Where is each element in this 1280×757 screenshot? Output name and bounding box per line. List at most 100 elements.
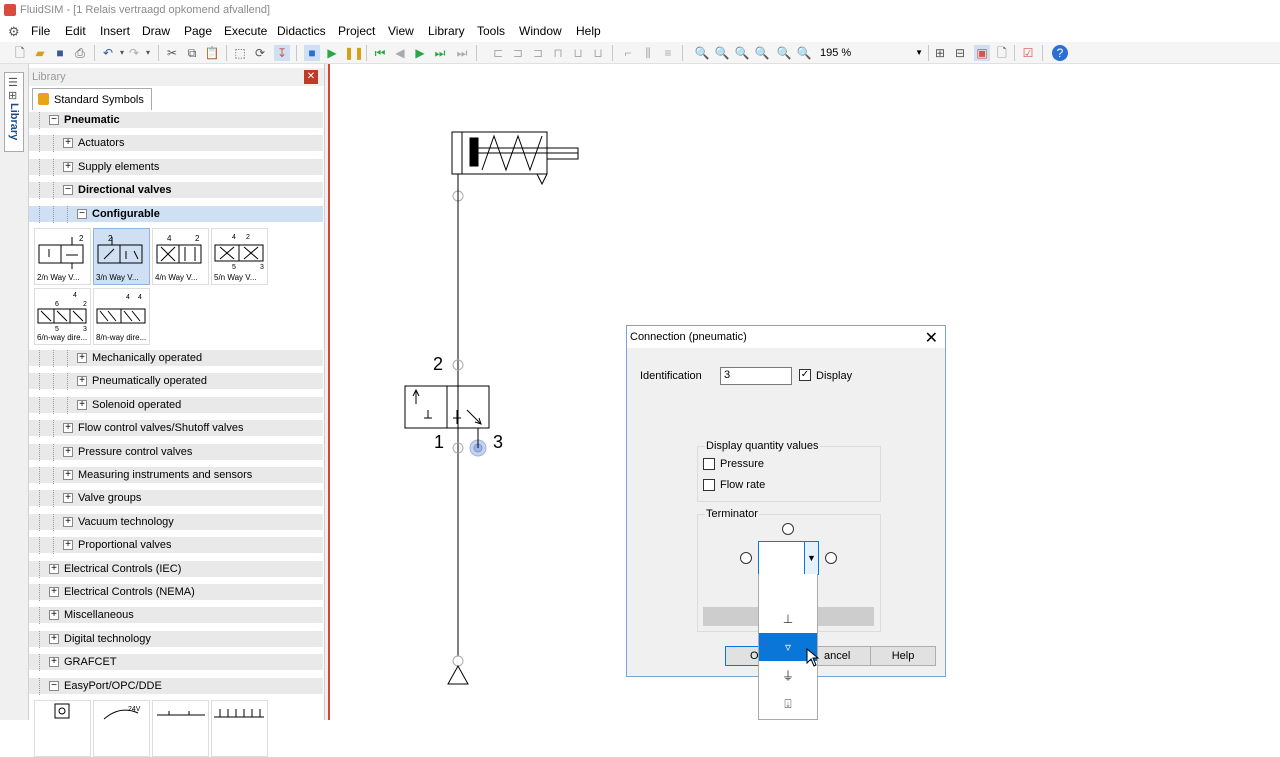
menu-tools[interactable]: Tools xyxy=(477,24,505,38)
expand-icon[interactable]: + xyxy=(63,161,73,172)
valve-3-2-symbol[interactable] xyxy=(404,385,490,429)
tree-item[interactable]: + Digital technology xyxy=(29,630,323,648)
tree-item[interactable]: − Pneumatic xyxy=(29,112,323,129)
expand-icon[interactable]: + xyxy=(77,353,87,363)
tree-item[interactable]: + Pneumatically operated xyxy=(29,373,323,391)
cut-icon[interactable]: ✂ xyxy=(164,45,180,61)
align-top-icon[interactable]: ⊓ xyxy=(550,45,566,61)
expand-icon[interactable]: + xyxy=(63,540,73,551)
zoom-page-icon[interactable]: 🔍 xyxy=(754,45,770,61)
symbol-dde[interactable] xyxy=(152,700,209,757)
menu-draw[interactable]: Draw xyxy=(142,24,170,38)
terminator-option-filter[interactable]: ⍗ xyxy=(759,690,817,718)
close-icon[interactable]: ✕ xyxy=(925,328,938,348)
supply-port[interactable] xyxy=(452,655,464,667)
distribute-h-icon[interactable]: ⫼ xyxy=(640,45,656,61)
menu-view[interactable]: View xyxy=(388,24,414,38)
check-icon[interactable]: ☑ xyxy=(1020,45,1036,61)
expand-icon[interactable]: + xyxy=(63,470,73,480)
symbol-easyport[interactable] xyxy=(34,700,91,757)
symbol-3n-way-valve[interactable]: 2 3/n Way V... xyxy=(93,228,150,285)
print-icon[interactable]: ⎙ xyxy=(72,45,88,61)
tree-item[interactable]: − Configurable xyxy=(29,205,323,223)
collapse-icon[interactable]: − xyxy=(49,680,59,691)
library-dock-tab[interactable]: ☰ ⊞ Library xyxy=(4,72,24,152)
help-icon[interactable]: ? xyxy=(1052,45,1068,61)
terminator-option-plug[interactable]: ⊥ xyxy=(759,605,817,633)
flowrate-checkbox[interactable] xyxy=(703,479,715,491)
expand-icon[interactable]: + xyxy=(63,138,73,149)
expand-icon[interactable]: + xyxy=(49,657,59,668)
tree-item[interactable]: − EasyPort/OPC/DDE xyxy=(29,677,323,695)
expand-icon[interactable]: + xyxy=(77,399,87,410)
align-bottom-icon[interactable]: ⊔ xyxy=(590,45,606,61)
expand-icon[interactable]: + xyxy=(63,493,73,504)
terminator-right-radio[interactable] xyxy=(825,552,837,564)
select-icon[interactable]: ⬚ xyxy=(232,45,248,61)
symbol-8n-way-valve[interactable]: 44 8/n-way dire... xyxy=(93,288,150,345)
symbol-2n-way-valve[interactable]: 2 2/n Way V... xyxy=(34,228,91,285)
expand-icon[interactable]: + xyxy=(63,423,73,434)
collapse-icon[interactable]: − xyxy=(49,115,59,125)
grid-settings-icon[interactable]: ⊟ xyxy=(952,45,968,61)
fast-forward-icon[interactable]: ⏭ xyxy=(454,45,470,61)
zoom-in-icon[interactable]: 🔍 xyxy=(694,45,710,61)
zoom-previous-icon[interactable]: 🔍 xyxy=(796,45,812,61)
zoom-selection-icon[interactable]: 🔍 xyxy=(776,45,792,61)
paste-icon[interactable]: 📋 xyxy=(204,45,220,61)
terminator-top-radio[interactable] xyxy=(782,523,794,535)
step-icon[interactable]: ▶ xyxy=(412,45,428,61)
redo-dropdown-icon[interactable]: ▾ xyxy=(140,45,156,61)
collapse-icon[interactable]: − xyxy=(77,208,87,219)
pressure-checkbox[interactable] xyxy=(703,458,715,470)
symbol-5n-way-valve[interactable]: 4 2 5 3 5/n Way V... xyxy=(211,228,268,285)
rotate-icon[interactable]: ⟳ xyxy=(252,45,268,61)
menu-project[interactable]: Project xyxy=(338,24,375,38)
pressure-source-symbol[interactable] xyxy=(447,664,469,685)
tree-item[interactable]: + Solenoid operated xyxy=(29,396,323,414)
copy-icon[interactable]: ⧉ xyxy=(184,45,200,61)
play-icon[interactable]: ▶ xyxy=(324,45,340,61)
terminator-left-radio[interactable] xyxy=(740,552,752,564)
tree-item[interactable]: + Proportional valves xyxy=(29,537,323,555)
symbol-port[interactable] xyxy=(211,700,268,757)
expand-icon[interactable]: + xyxy=(77,376,87,387)
save-icon[interactable]: ■ xyxy=(52,45,68,61)
tree-item[interactable]: + Vacuum technology xyxy=(29,513,323,531)
zoom-select[interactable]: 195 % ▼ xyxy=(816,44,926,62)
tree-item[interactable]: + Valve groups xyxy=(29,490,323,508)
help-button[interactable]: Help xyxy=(870,646,936,666)
pause-icon[interactable]: ❚❚ xyxy=(344,45,364,61)
step-forward-icon[interactable]: ⏭ xyxy=(432,45,448,61)
tree-item[interactable]: − Directional valves xyxy=(29,182,323,200)
collapse-icon[interactable]: − xyxy=(63,185,73,196)
menu-insert[interactable]: Insert xyxy=(100,24,130,38)
grid-icon[interactable]: ⊞ xyxy=(932,45,948,61)
tree-item[interactable]: + Actuators xyxy=(29,135,323,153)
expand-icon[interactable]: + xyxy=(49,563,59,574)
expand-icon[interactable]: + xyxy=(63,516,73,527)
new-icon[interactable]: 🗋 xyxy=(12,45,28,61)
tree-item[interactable]: + Flow control valves/Shutoff valves xyxy=(29,420,323,438)
tree-item[interactable]: + GRAFCET xyxy=(29,654,323,672)
expand-icon[interactable]: + xyxy=(49,587,59,597)
tree-item[interactable]: + Measuring instruments and sensors xyxy=(29,467,323,484)
tree-item[interactable]: + Mechanically operated xyxy=(29,350,323,367)
menu-execute[interactable]: Execute xyxy=(224,24,267,38)
open-icon[interactable]: ▰ xyxy=(32,45,48,61)
align-center-icon[interactable]: ⊐ xyxy=(510,45,526,61)
terminator-option-none[interactable] xyxy=(759,576,817,604)
menu-didactics[interactable]: Didactics xyxy=(277,24,326,38)
expand-icon[interactable]: + xyxy=(63,446,73,457)
chevron-down-icon[interactable]: ▼ xyxy=(804,542,818,574)
display-checkbox[interactable]: ✓ xyxy=(799,369,811,381)
align-middle-icon[interactable]: ⊔ xyxy=(570,45,586,61)
menu-help[interactable]: Help xyxy=(576,24,601,38)
menu-window[interactable]: Window xyxy=(519,24,562,38)
distribute-v-icon[interactable]: ≡ xyxy=(660,45,676,61)
menu-edit[interactable]: Edit xyxy=(65,24,86,38)
menu-page[interactable]: Page xyxy=(184,24,212,38)
tree-item[interactable]: + Electrical Controls (NEMA) xyxy=(29,584,323,601)
zoom-fit-icon[interactable]: 🔍 xyxy=(734,45,750,61)
terminator-select[interactable]: ▼ xyxy=(758,541,819,575)
